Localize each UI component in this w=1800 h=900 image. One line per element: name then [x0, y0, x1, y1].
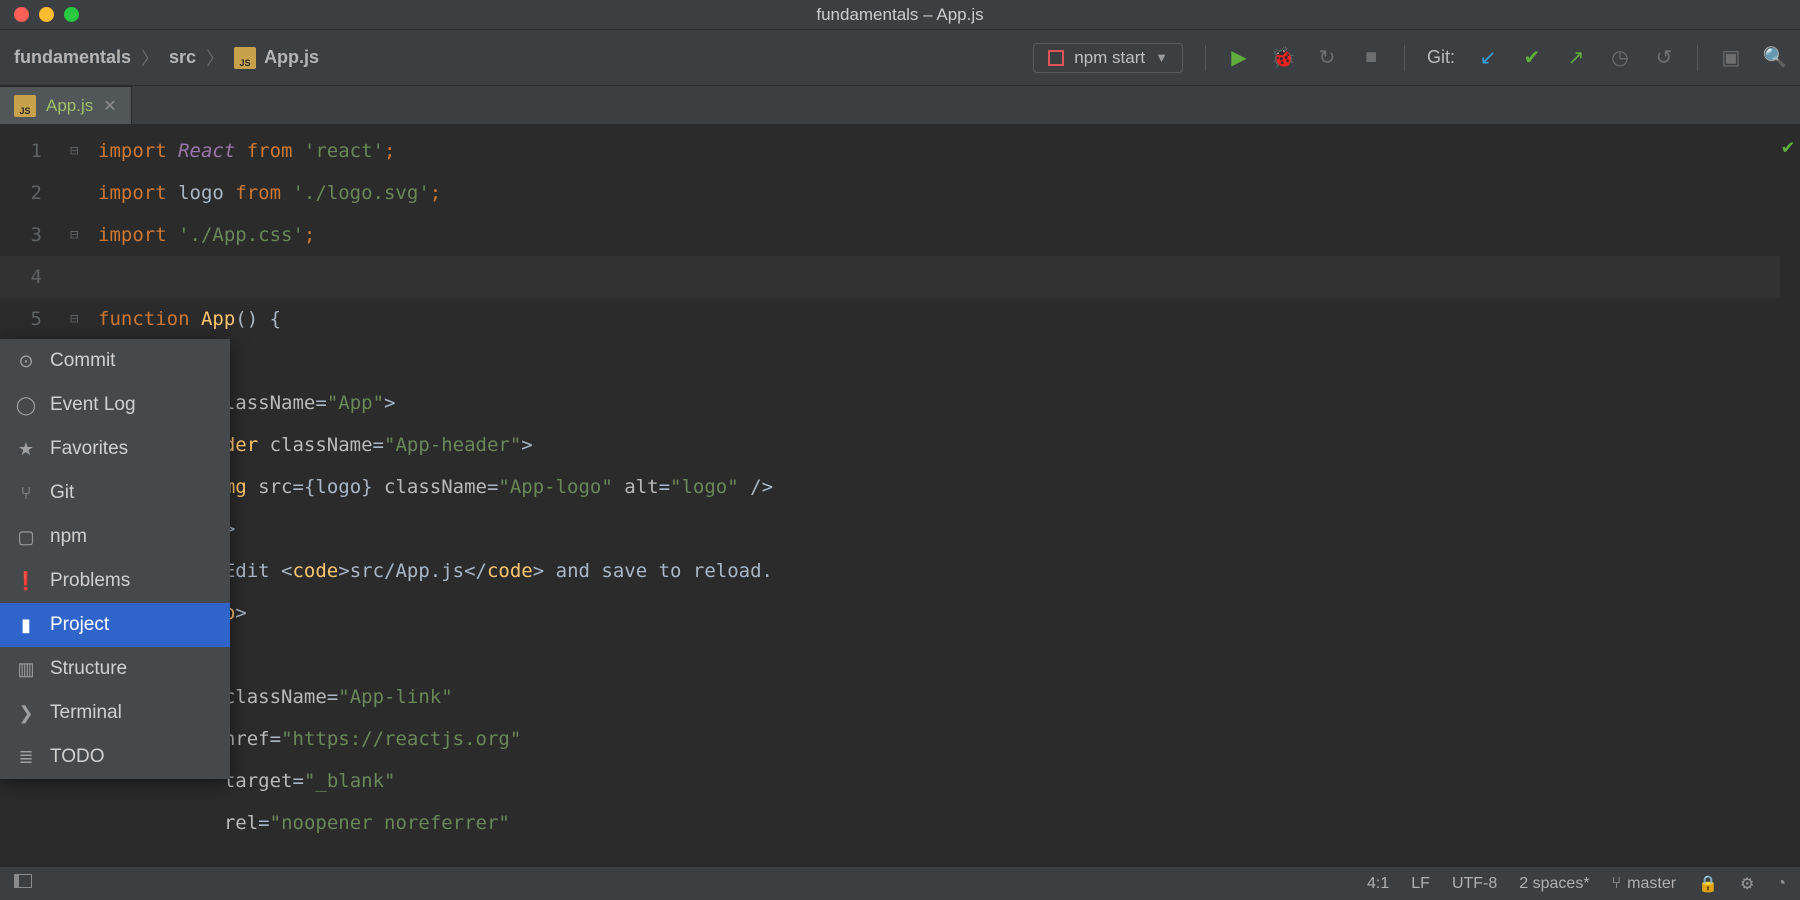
- line-number: 2: [0, 182, 70, 204]
- breadcrumb-folder[interactable]: src: [169, 47, 196, 68]
- line-separator[interactable]: LF: [1411, 875, 1430, 893]
- chevron-down-icon: ▼: [1155, 50, 1168, 65]
- toolbar: fundamentals 〉 src 〉 App.js npm start ▼ …: [0, 30, 1800, 86]
- tool-window-structure[interactable]: ▥Structure: [0, 647, 230, 691]
- search-everywhere-icon[interactable]: 🔍: [1764, 47, 1786, 69]
- tool-window-commit[interactable]: ⊙Commit: [0, 339, 230, 383]
- breadcrumb: fundamentals 〉 src 〉 App.js: [14, 45, 319, 71]
- tool-window-favorites[interactable]: ★Favorites: [0, 427, 230, 471]
- show-tool-windows-icon[interactable]: [14, 874, 32, 893]
- tool-window-git[interactable]: ⑂Git: [0, 471, 230, 515]
- separator: [1205, 45, 1206, 71]
- readonly-lock-icon[interactable]: 🔒: [1698, 874, 1718, 894]
- js-file-icon: [234, 47, 256, 69]
- indent-info[interactable]: 2 spaces*: [1519, 875, 1589, 893]
- git-branch-widget[interactable]: ⑂ master: [1612, 875, 1677, 893]
- tool-windows-popup: ⊙Commit ◯Event Log ★Favorites ⑂Git ▢npm …: [0, 339, 230, 779]
- js-file-icon: [14, 95, 36, 117]
- breadcrumb-root[interactable]: fundamentals: [14, 47, 131, 68]
- chevron-right-icon: 〉: [206, 45, 224, 71]
- layout-settings-icon[interactable]: ▣: [1720, 47, 1742, 69]
- terminal-icon: ❯: [16, 703, 36, 724]
- tool-window-project[interactable]: ▮Project: [0, 603, 230, 647]
- git-pull-icon[interactable]: ↙: [1477, 47, 1499, 69]
- run-config-dropdown[interactable]: npm start ▼: [1033, 43, 1183, 73]
- inspection-ok-icon[interactable]: ✔: [1782, 134, 1794, 158]
- warning-icon: ❗: [16, 571, 36, 592]
- git-commit-icon[interactable]: ✔: [1521, 47, 1543, 69]
- tool-window-npm[interactable]: ▢npm: [0, 515, 230, 559]
- breadcrumb-file-label: App.js: [264, 47, 319, 68]
- line-number: 5: [0, 308, 70, 330]
- main-area: ⊙Commit ◯Event Log ★Favorites ⑂Git ▢npm …: [0, 124, 1800, 866]
- fold-icon[interactable]: ⊟: [70, 311, 98, 327]
- fold-icon[interactable]: ⊟: [70, 143, 98, 159]
- list-icon: ≣: [16, 747, 36, 768]
- git-history-icon[interactable]: ◷: [1609, 47, 1631, 69]
- branch-icon: ⑂: [1612, 875, 1622, 893]
- npm-icon: ▢: [16, 527, 36, 548]
- breadcrumb-file[interactable]: App.js: [234, 47, 319, 69]
- file-encoding[interactable]: UTF-8: [1452, 875, 1497, 893]
- close-tab-icon[interactable]: ✕: [103, 96, 116, 116]
- tab-label: App.js: [46, 96, 93, 116]
- branch-name: master: [1627, 875, 1676, 893]
- run-config-label: npm start: [1074, 48, 1145, 68]
- folder-icon: ▮: [16, 615, 36, 636]
- notifications-icon[interactable]: ◔: [1776, 875, 1786, 893]
- chevron-right-icon: 〉: [141, 45, 159, 71]
- code-editor[interactable]: ✔ 1⊟import React from 'react'; 2import l…: [0, 124, 1800, 866]
- stop-button[interactable]: ■: [1360, 47, 1382, 69]
- run-button[interactable]: ▶: [1228, 47, 1250, 69]
- commit-icon: ⊙: [16, 351, 36, 372]
- window-title: fundamentals – App.js: [0, 5, 1800, 25]
- npm-icon: [1048, 50, 1064, 66]
- debug-button[interactable]: 🐞: [1272, 47, 1294, 69]
- git-section-label: Git:: [1427, 47, 1455, 68]
- tab-app-js[interactable]: App.js ✕: [0, 86, 132, 124]
- titlebar: fundamentals – App.js: [0, 0, 1800, 30]
- separator: [1697, 45, 1698, 71]
- line-number: 4: [0, 266, 70, 288]
- tool-window-event-log[interactable]: ◯Event Log: [0, 383, 230, 427]
- branch-icon: ⑂: [16, 483, 36, 504]
- tool-window-todo[interactable]: ≣TODO: [0, 735, 230, 779]
- line-number: 1: [0, 140, 70, 162]
- tool-window-terminal[interactable]: ❯Terminal: [0, 691, 230, 735]
- caret-position[interactable]: 4:1: [1367, 875, 1389, 893]
- run-coverage-button[interactable]: ↻: [1316, 47, 1338, 69]
- git-push-icon[interactable]: ↗: [1565, 47, 1587, 69]
- star-icon: ★: [16, 439, 36, 460]
- editor-tabs: App.js ✕: [0, 86, 1800, 124]
- ide-settings-icon[interactable]: ⚙: [1740, 874, 1754, 894]
- undo-icon[interactable]: ↺: [1653, 47, 1675, 69]
- fold-icon[interactable]: ⊟: [70, 227, 98, 243]
- line-number: 3: [0, 224, 70, 246]
- tool-window-problems[interactable]: ❗Problems: [0, 559, 230, 603]
- status-bar: 4:1 LF UTF-8 2 spaces* ⑂ master 🔒 ⚙ ◔: [0, 866, 1800, 900]
- log-icon: ◯: [16, 395, 36, 416]
- structure-icon: ▥: [16, 659, 36, 680]
- separator: [1404, 45, 1405, 71]
